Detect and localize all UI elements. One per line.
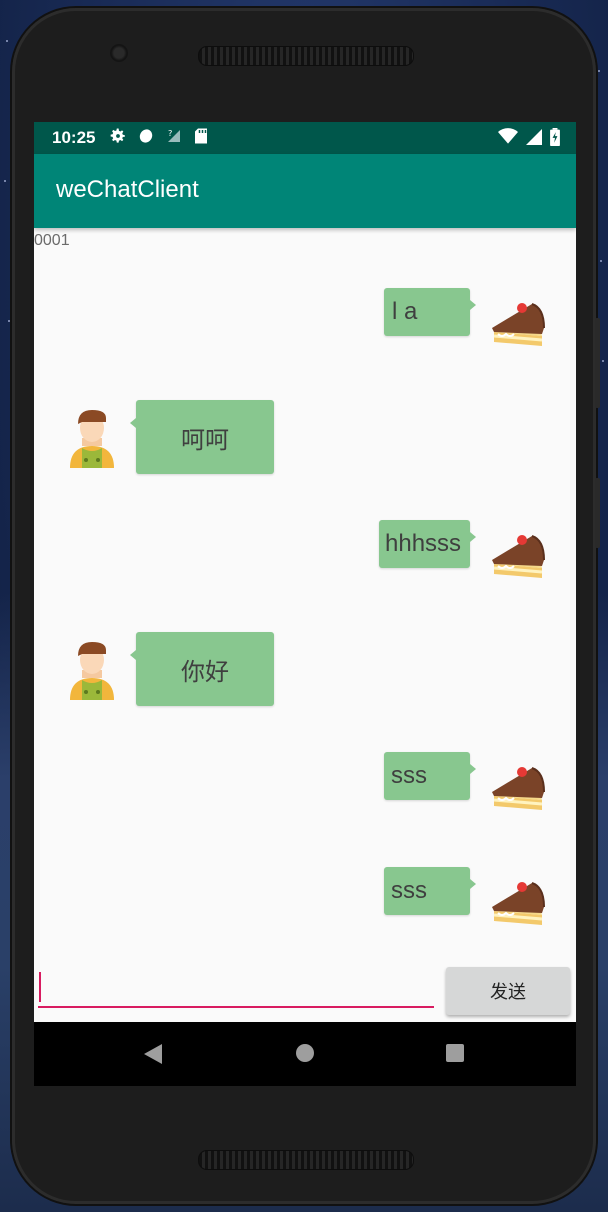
svg-text:?: ?: [168, 128, 172, 138]
signal-question-icon: ?: [165, 127, 183, 150]
wifi-icon: [498, 128, 518, 151]
cake-avatar-icon: [492, 303, 545, 346]
message-bubble[interactable]: 你好: [130, 632, 274, 706]
boy-avatar-icon: [70, 410, 114, 468]
message-bubble[interactable]: 呵呵: [130, 400, 274, 474]
status-bar: 10:25 ?: [34, 122, 576, 154]
message-text: 呵呵: [181, 426, 229, 454]
message-text: sss: [391, 877, 427, 904]
message-bubble[interactable]: l a: [384, 288, 476, 336]
cake-avatar-icon: [492, 767, 545, 810]
back-icon[interactable]: [144, 1044, 164, 1064]
bottom-speaker: [198, 1150, 414, 1170]
app-bar: weChatClient: [34, 154, 576, 228]
recent-apps-icon[interactable]: [446, 1044, 464, 1062]
message-text: hhhsss: [385, 530, 462, 557]
front-camera: [110, 44, 128, 62]
data-icon: [137, 127, 155, 150]
home-icon[interactable]: [296, 1044, 314, 1062]
message-input[interactable]: [38, 968, 438, 1010]
user-id-label: 0001: [34, 232, 70, 249]
navigation-bar: [34, 1022, 576, 1086]
volume-button: [595, 318, 600, 408]
boy-avatar-icon: [70, 642, 114, 700]
status-time: 10:25: [52, 128, 96, 147]
input-underline: [38, 1006, 434, 1008]
sd-card-icon: [193, 127, 209, 150]
battery-icon: [550, 128, 560, 151]
power-button: [595, 478, 600, 548]
settings-icon: [109, 127, 127, 150]
send-button[interactable]: 发送: [446, 967, 570, 1015]
message-text: 你好: [181, 658, 229, 686]
phone-frame: 10:25 ? weChatClient 0001 l a 呵呵 hhhsss …: [12, 8, 600, 1204]
message-bubble[interactable]: sss: [384, 752, 476, 800]
cell-signal-icon: [526, 128, 542, 151]
send-button-label: 发送: [490, 982, 526, 1002]
message-bubble[interactable]: sss: [384, 867, 476, 915]
cake-avatar-icon: [492, 535, 545, 578]
app-screen: 10:25 ? weChatClient 0001 l a 呵呵 hhhsss …: [34, 122, 576, 1086]
message-bubble[interactable]: hhhsss: [379, 520, 476, 568]
text-cursor: [39, 972, 41, 1002]
message-text: sss: [391, 762, 427, 789]
top-speaker: [198, 46, 414, 66]
message-text: l a: [392, 298, 418, 325]
app-title: weChatClient: [56, 176, 199, 203]
cake-avatar-icon: [492, 882, 545, 925]
